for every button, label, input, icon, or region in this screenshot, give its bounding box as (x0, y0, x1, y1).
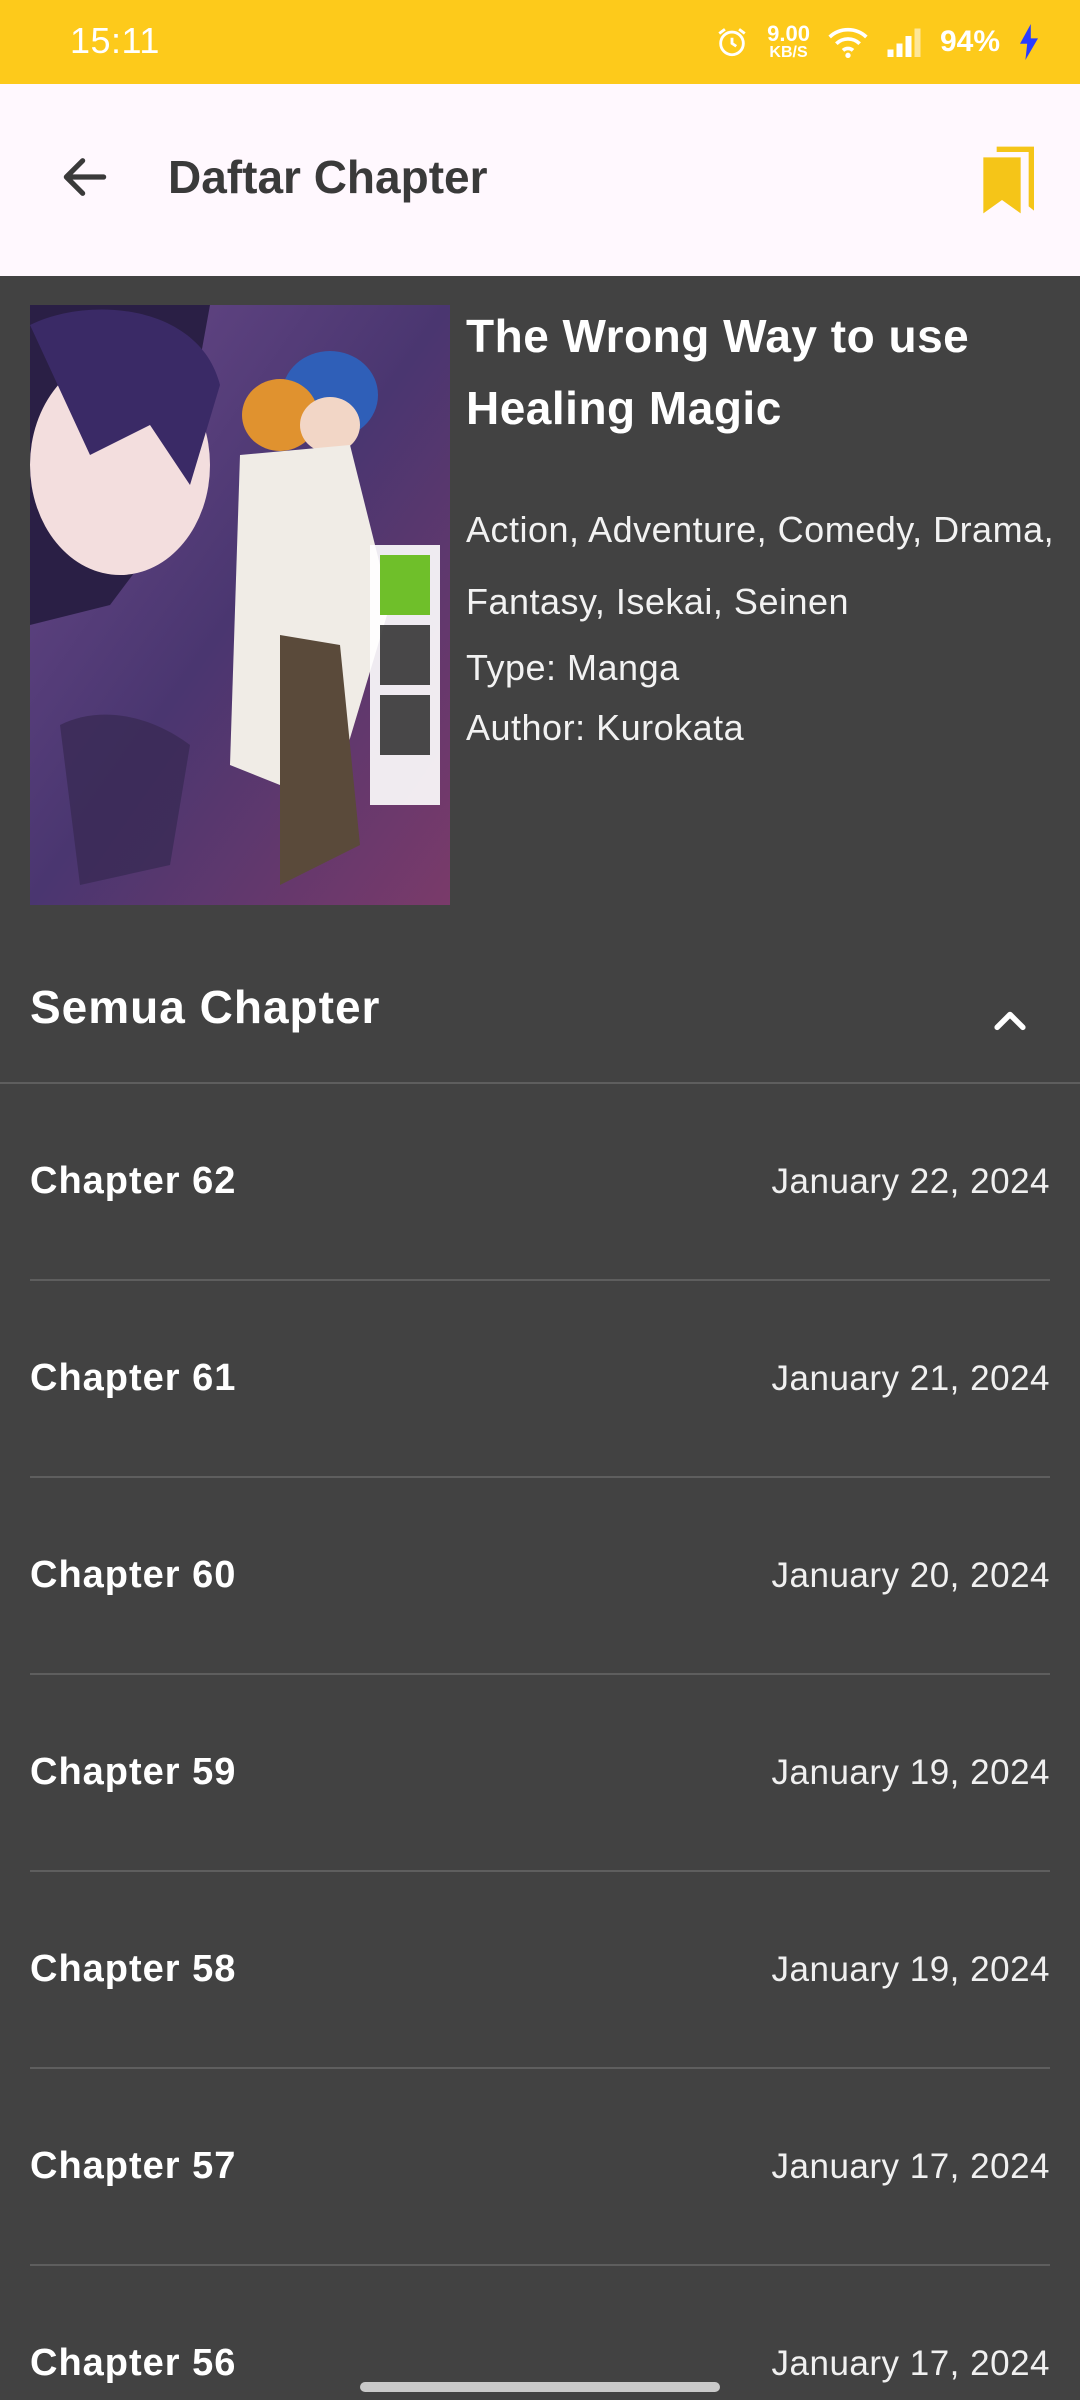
chapter-row[interactable]: Chapter 59 January 19, 2024 (30, 1675, 1050, 1872)
arrow-left-icon (63, 158, 107, 196)
chapter-row[interactable]: Chapter 56 January 17, 2024 (30, 2266, 1050, 2400)
chevron-up-icon (994, 1011, 1026, 1031)
chapter-row[interactable]: Chapter 62 January 22, 2024 (30, 1084, 1050, 1281)
chapter-date: January 19, 2024 (771, 1752, 1050, 1792)
chapter-row[interactable]: Chapter 58 January 19, 2024 (30, 1872, 1050, 2069)
signal-icon (886, 27, 922, 57)
chapter-row[interactable]: Chapter 57 January 17, 2024 (30, 2069, 1050, 2266)
collapse-button[interactable] (980, 990, 1040, 1050)
back-button[interactable] (50, 142, 120, 212)
manga-info: The Wrong Way to use Healing Magic Actio… (466, 300, 1056, 758)
chapter-name: Chapter 62 (30, 1160, 237, 1202)
chapter-list: Chapter 62 January 22, 2024 Chapter 61 J… (30, 1084, 1050, 2400)
section-title: Semua Chapter (30, 981, 381, 1033)
chapter-row[interactable]: Chapter 60 January 20, 2024 (30, 1478, 1050, 1675)
chapter-name: Chapter 61 (30, 1357, 237, 1399)
wifi-icon (828, 25, 868, 59)
manga-genres: Action, Adventure, Comedy, Drama, Fantas… (466, 509, 1055, 622)
chapter-date: January 19, 2024 (771, 1949, 1050, 1989)
bookmarks-icon (983, 146, 1034, 214)
net-speed-unit: KB/S (769, 44, 808, 61)
manga-cover-image (30, 305, 450, 905)
app-bar: Daftar Chapter (0, 84, 1080, 276)
manga-author: Author: Kurokata (466, 707, 745, 748)
chapter-name: Chapter 56 (30, 2342, 237, 2384)
net-speed: 9.00 KB/S (767, 23, 810, 61)
chapter-date: January 21, 2024 (771, 1358, 1050, 1398)
chapter-date: January 17, 2024 (771, 2146, 1050, 2186)
chapters-section-header[interactable]: Semua Chapter (0, 960, 1080, 1084)
chapter-date: January 17, 2024 (771, 2343, 1050, 2383)
chapter-date: January 20, 2024 (771, 1555, 1050, 1595)
chapter-date: January 22, 2024 (771, 1161, 1050, 1201)
alarm-icon (715, 25, 749, 59)
status-bar: 15:11 9.00 KB/S 94% (0, 0, 1080, 84)
status-time: 15:11 (70, 20, 160, 61)
charging-icon (1018, 24, 1040, 60)
chapter-name: Chapter 59 (30, 1751, 237, 1793)
chapter-name: Chapter 60 (30, 1554, 237, 1596)
chapter-row[interactable]: Chapter 61 January 21, 2024 (30, 1281, 1050, 1478)
battery-percent: 94% (939, 25, 1000, 58)
page-title: Daftar Chapter (168, 151, 488, 203)
net-speed-value: 9.00 (767, 21, 810, 46)
manga-title: The Wrong Way to use Healing Magic (466, 310, 970, 434)
home-indicator[interactable] (360, 2382, 720, 2392)
chapter-name: Chapter 58 (30, 1948, 237, 1990)
manga-type: Type: Manga (466, 647, 680, 688)
status-icons: 9.00 KB/S 94% (715, 18, 1040, 66)
chapter-name: Chapter 57 (30, 2145, 237, 2187)
bookmarks-button[interactable] (970, 140, 1050, 220)
